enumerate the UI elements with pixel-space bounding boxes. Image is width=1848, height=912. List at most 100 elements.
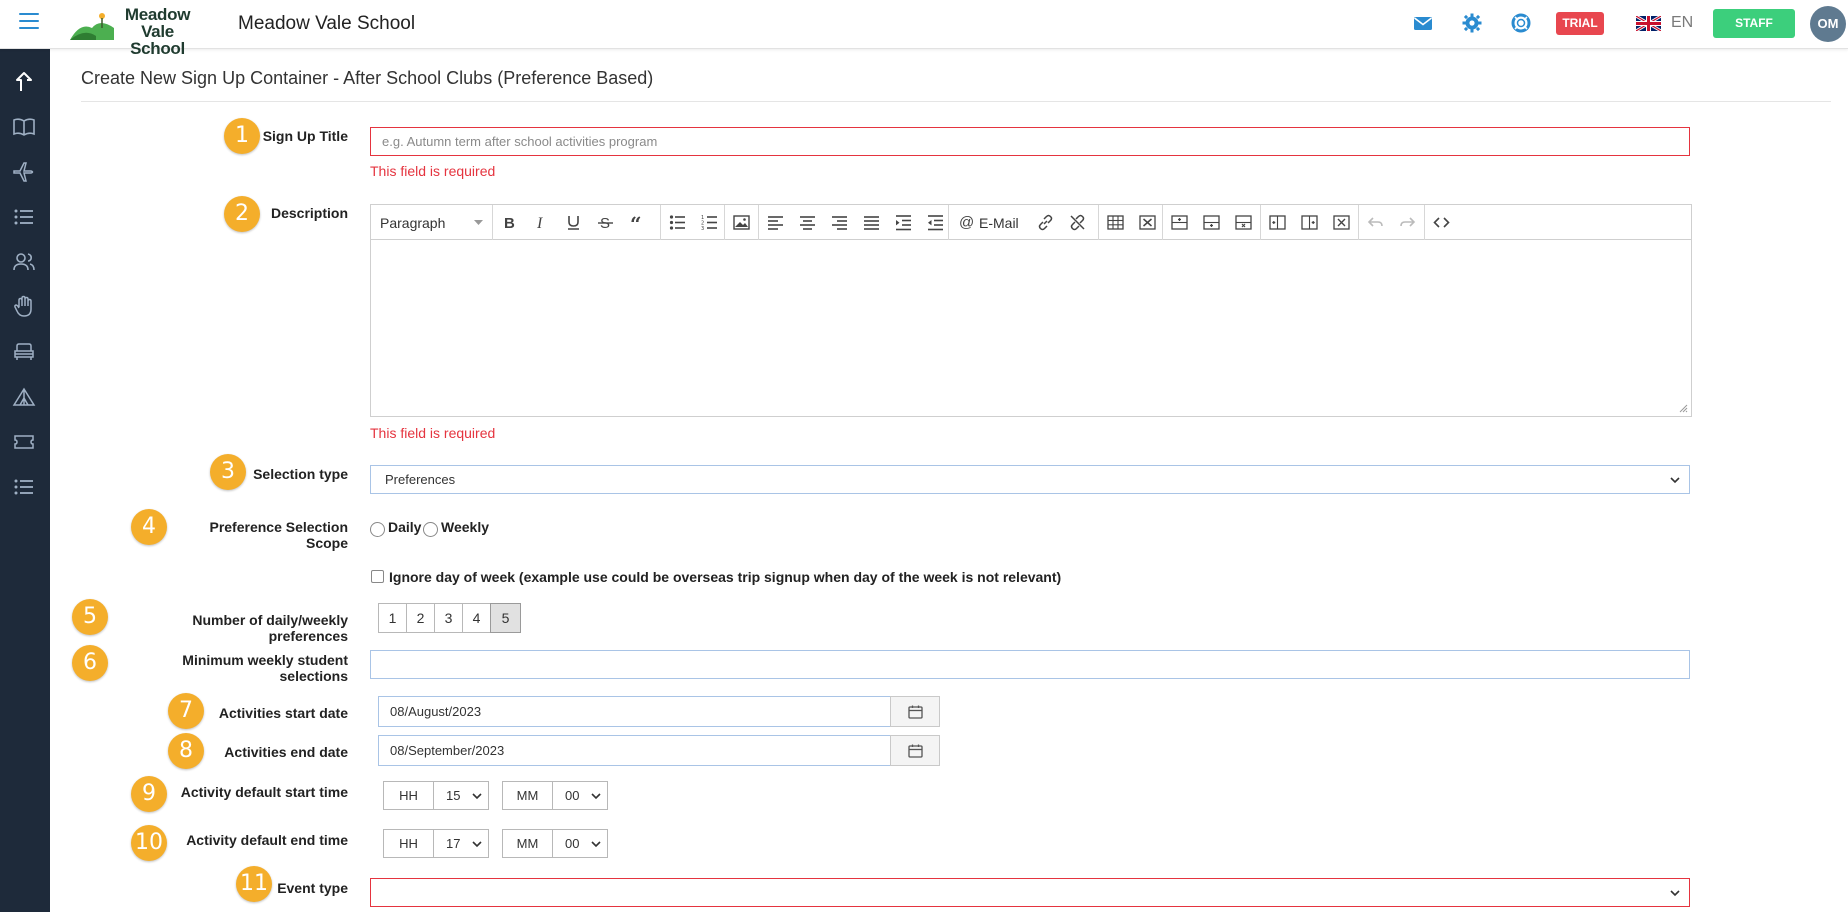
sign-up-title-placeholder: e.g. Autumn term after school activities…: [382, 134, 658, 149]
preferences-option-1[interactable]: 1: [378, 603, 407, 633]
unlink-icon[interactable]: [1069, 214, 1086, 231]
insert-column-left-icon[interactable]: [1269, 214, 1286, 231]
title-divider: [81, 101, 1831, 102]
radio-daily[interactable]: [370, 522, 385, 537]
svg-text:“: “: [630, 214, 642, 231]
gear-icon[interactable]: [1461, 12, 1483, 34]
logo-hills-icon: [70, 13, 114, 40]
hamburger-menu-icon[interactable]: [19, 13, 39, 31]
chevron-down-icon: [591, 841, 601, 848]
delete-row-icon[interactable]: [1235, 214, 1252, 231]
staff-button[interactable]: STAFF: [1713, 9, 1795, 38]
preferences-option-3[interactable]: 3: [434, 603, 463, 633]
svg-text:B: B: [504, 215, 515, 231]
calendar-icon: [908, 705, 923, 719]
italic-icon[interactable]: I: [533, 214, 550, 231]
delete-column-icon[interactable]: [1333, 214, 1350, 231]
start-hour-value: 15: [446, 788, 461, 803]
step-badge-7: 7: [168, 693, 204, 729]
uk-flag-icon[interactable]: [1636, 16, 1661, 31]
trial-badge[interactable]: TRIAL: [1556, 12, 1604, 35]
editor-content-area[interactable]: [371, 240, 1691, 392]
source-code-icon[interactable]: [1433, 214, 1450, 231]
start-date-label: Activities start date: [218, 705, 348, 721]
selection-type-select[interactable]: Preferences: [370, 465, 1690, 494]
editor-statusbar: [371, 391, 1691, 416]
insert-row-below-icon[interactable]: [1203, 214, 1220, 231]
hand-icon[interactable]: [12, 295, 36, 319]
description-label: Description: [270, 205, 348, 221]
undo-icon[interactable]: [1367, 214, 1384, 231]
radio-weekly-label[interactable]: Weekly: [441, 519, 489, 535]
selection-type-value: Preferences: [385, 472, 456, 487]
align-left-icon[interactable]: [767, 214, 784, 231]
end-date-calendar-button[interactable]: [890, 735, 940, 766]
svg-text:I: I: [536, 215, 543, 231]
block-format-dropdown[interactable]: Paragraph: [371, 205, 493, 240]
end-date-input[interactable]: 08/September/2023: [378, 735, 891, 766]
event-type-label: Event type: [277, 880, 348, 896]
sofa-icon[interactable]: [12, 340, 36, 364]
start-date-calendar-button[interactable]: [890, 696, 940, 727]
redo-icon[interactable]: [1399, 214, 1416, 231]
bullet-list-icon[interactable]: [669, 214, 686, 231]
end-hour-value: 17: [446, 836, 461, 851]
underline-icon[interactable]: [565, 214, 582, 231]
preferences-option-4[interactable]: 4: [462, 603, 491, 633]
sign-up-title-input[interactable]: e.g. Autumn term after school activities…: [370, 127, 1690, 156]
language-selector[interactable]: EN: [1671, 14, 1693, 32]
start-hour-select[interactable]: 15: [433, 781, 489, 810]
link-icon[interactable]: [1037, 214, 1054, 231]
insert-image-icon[interactable]: [733, 214, 750, 231]
tent-icon[interactable]: [12, 385, 36, 409]
radio-weekly[interactable]: [423, 522, 438, 537]
num-preferences-label: Number of daily/weekly preferences: [192, 612, 348, 644]
align-right-icon[interactable]: [831, 214, 848, 231]
strikethrough-icon[interactable]: S: [597, 214, 614, 231]
mail-icon[interactable]: [1412, 12, 1434, 34]
outdent-icon[interactable]: [927, 214, 944, 231]
preferences-option-2[interactable]: 2: [406, 603, 435, 633]
ticket-icon[interactable]: [12, 430, 36, 454]
blockquote-icon[interactable]: “: [629, 214, 646, 231]
chevron-down-icon: [472, 793, 482, 800]
share-arrow-icon[interactable]: [12, 71, 36, 95]
preferences-option-5-selected[interactable]: 5: [490, 603, 521, 633]
step-badge-4: 4: [131, 509, 167, 545]
insert-column-right-icon[interactable]: [1301, 214, 1318, 231]
at-icon: @: [959, 214, 975, 231]
step-badge-8: 8: [168, 733, 204, 769]
indent-icon[interactable]: [895, 214, 912, 231]
ignore-day-of-week-label[interactable]: Ignore day of week (example use could be…: [389, 569, 1061, 585]
start-minute-select[interactable]: 00: [552, 781, 608, 810]
top-bar: Meadow Vale School Meadow Vale School TR…: [0, 0, 1848, 57]
align-center-icon[interactable]: [799, 214, 816, 231]
avatar[interactable]: OM: [1810, 6, 1846, 42]
lifebuoy-help-icon[interactable]: [1510, 12, 1532, 34]
step-badge-5: 5: [72, 599, 108, 635]
event-type-select[interactable]: [370, 878, 1690, 907]
end-minute-value: 00: [565, 836, 580, 851]
align-justify-icon[interactable]: [863, 214, 880, 231]
list-icon[interactable]: [12, 205, 36, 229]
min-weekly-input[interactable]: [370, 650, 1690, 679]
end-date-label: Activities end date: [224, 744, 348, 760]
users-icon[interactable]: [12, 250, 36, 274]
resize-handle-icon[interactable]: [1678, 403, 1688, 413]
book-icon[interactable]: [12, 115, 36, 139]
start-hh-label: HH: [383, 781, 434, 810]
start-date-input[interactable]: 08/August/2023: [378, 696, 891, 727]
numbered-list-icon[interactable]: 123: [701, 214, 718, 231]
delete-table-icon[interactable]: [1139, 214, 1156, 231]
ignore-day-of-week-checkbox[interactable]: [371, 570, 384, 583]
list-alt-icon[interactable]: [12, 475, 36, 499]
plane-icon[interactable]: [12, 160, 36, 184]
insert-table-icon[interactable]: [1107, 214, 1124, 231]
end-hour-select[interactable]: 17: [433, 829, 489, 858]
insert-row-above-icon[interactable]: [1171, 214, 1188, 231]
bold-icon[interactable]: B: [501, 214, 518, 231]
radio-daily-label[interactable]: Daily: [388, 519, 421, 535]
email-link-button[interactable]: @ E-Mail: [959, 205, 1029, 240]
end-minute-select[interactable]: 00: [552, 829, 608, 858]
school-logo[interactable]: Meadow Vale School: [70, 6, 200, 57]
